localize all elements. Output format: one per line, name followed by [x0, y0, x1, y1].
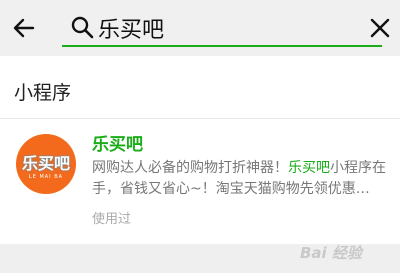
app-description: 网购达人必备的购物打折神器！乐买吧小程序在手，省钱又省心~！淘宝天猫购物先领优惠…	[92, 158, 392, 200]
desc-part1: 网购达人必备的购物打折神器！	[92, 160, 288, 176]
desc-highlight: 乐买吧	[288, 160, 330, 176]
app-name: 乐买吧	[92, 135, 143, 155]
section-title: 小程序	[14, 82, 72, 104]
search-bar	[0, 0, 400, 56]
used-label: 使用过	[92, 212, 132, 227]
mini-program-section: 小程序 乐买吧 LE MAI BA 乐买吧 网购达人必备的购物打折神器！乐买吧小…	[0, 56, 400, 244]
clear-search-button[interactable]	[366, 14, 394, 42]
logo-text: 乐买吧	[21, 154, 70, 173]
close-icon	[370, 18, 390, 38]
logo-subtext: LE MAI BA	[28, 174, 64, 180]
back-button[interactable]	[10, 14, 38, 42]
search-input[interactable]	[98, 10, 338, 46]
search-icon	[71, 16, 94, 39]
watermark: Bai 经验	[300, 244, 362, 262]
mini-program-result[interactable]: 乐买吧 LE MAI BA 乐买吧 网购达人必备的购物打折神器！乐买吧小程序在手…	[0, 120, 400, 244]
divider	[0, 118, 400, 119]
app-logo: 乐买吧 LE MAI BA	[16, 134, 76, 194]
arrow-left-icon	[13, 18, 35, 38]
search-underline	[62, 45, 382, 47]
